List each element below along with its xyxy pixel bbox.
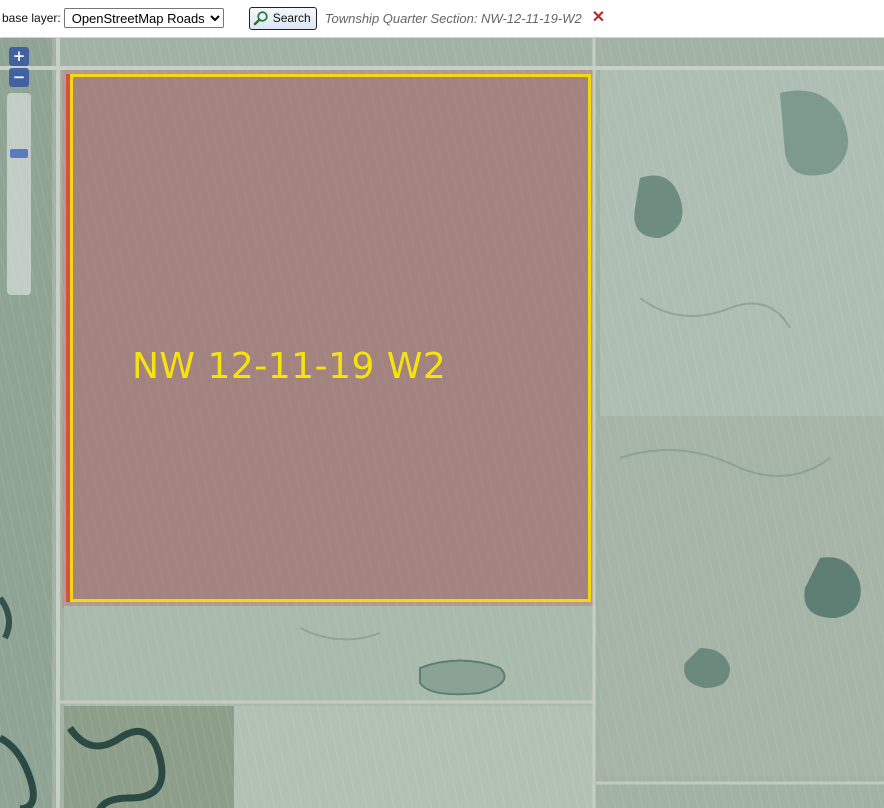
base-layer-select[interactable]: OpenStreetMap Roads — [63, 8, 224, 28]
magnifier-icon — [253, 11, 268, 26]
zoom-out-button[interactable]: − — [9, 68, 29, 87]
map-view[interactable]: NW 12-11-19 W2 + − — [0, 37, 884, 808]
zoom-in-button[interactable]: + — [9, 47, 29, 66]
parcel-label: NW 12-11-19 W2 — [132, 346, 447, 387]
search-button-label: Search — [272, 11, 311, 25]
map-toolbar: base layer: OpenStreetMap Roads Search T… — [0, 0, 884, 36]
quarter-section-parcel[interactable] — [70, 74, 591, 602]
search-button[interactable]: Search — [248, 6, 317, 30]
close-icon[interactable]: ✕ — [592, 10, 605, 26]
zoom-slider-handle[interactable] — [10, 148, 28, 158]
search-result-text: Township Quarter Section: NW-12-11-19-W2 — [324, 10, 582, 26]
base-layer-label: base layer: — [2, 11, 61, 25]
zoom-slider-track[interactable] — [7, 93, 31, 295]
